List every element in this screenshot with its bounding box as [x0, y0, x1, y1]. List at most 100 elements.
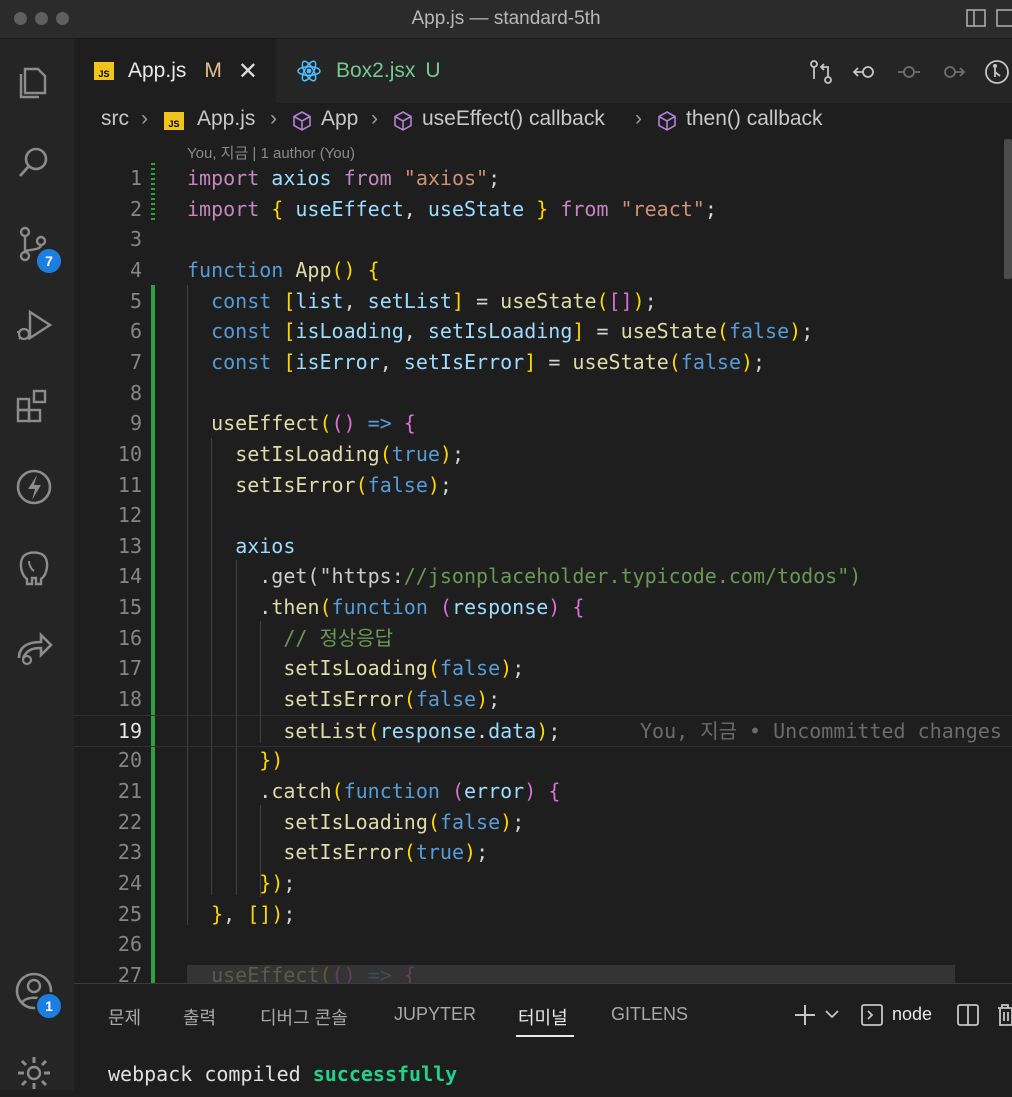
- code-line[interactable]: 6 const [isLoading, setIsLoading] = useS…: [74, 316, 1012, 346]
- line-number[interactable]: 2: [74, 194, 142, 224]
- next-revision-icon[interactable]: [940, 59, 966, 85]
- new-terminal-plus-icon[interactable]: [792, 1002, 818, 1028]
- split-terminal-icon[interactable]: [956, 1003, 980, 1027]
- line-number[interactable]: 9: [74, 408, 142, 438]
- code-text: useEffect(() => {: [211, 411, 416, 436]
- tab-box2-jsx[interactable]: Box2.jsx U: [276, 39, 486, 103]
- line-number[interactable]: 10: [74, 439, 142, 469]
- code-line[interactable]: 24 });: [74, 868, 1012, 898]
- line-number[interactable]: 12: [74, 500, 142, 530]
- breadcrumb-item-file[interactable]: App.js: [197, 107, 255, 131]
- line-number[interactable]: 13: [74, 531, 142, 561]
- code-line[interactable]: 12: [74, 500, 1012, 530]
- database-elephant-icon[interactable]: [10, 544, 58, 592]
- code-line[interactable]: 22 setIsLoading(false);: [74, 807, 1012, 837]
- toggle-panel-icon[interactable]: [996, 8, 1012, 28]
- tab-jupyter[interactable]: JUPYTER: [394, 1004, 476, 1025]
- code-line[interactable]: 21 .catch(function (error) {: [74, 776, 1012, 806]
- code-line[interactable]: 11 setIsError(false);: [74, 470, 1012, 500]
- code-editor[interactable]: 1 import axios from "axios"; 2 import { use…: [74, 163, 1012, 983]
- commit-icon[interactable]: [896, 59, 922, 85]
- editor-scrollbar[interactable]: [1004, 139, 1012, 279]
- line-number[interactable]: 14: [74, 561, 142, 591]
- code-line[interactable]: 25 }, []);: [74, 899, 1012, 929]
- code-line[interactable]: 18 setIsError(false);: [74, 684, 1012, 714]
- terminal-output: webpack compiled successfully: [108, 1062, 457, 1086]
- symbol-cube-icon: [658, 111, 676, 131]
- line-number[interactable]: 18: [74, 684, 142, 714]
- line-number[interactable]: 26: [74, 929, 142, 959]
- live-share-icon[interactable]: [10, 625, 58, 673]
- code-line[interactable]: 4 function App() {: [74, 255, 1012, 285]
- extensions-icon[interactable]: [10, 382, 58, 430]
- breadcrumb-item-app[interactable]: App: [321, 107, 358, 131]
- tab-app-js[interactable]: JS App.js M ✕: [74, 39, 276, 103]
- tab-problems[interactable]: 문제: [108, 1004, 141, 1030]
- toggle-sidebar-icon[interactable]: [966, 8, 986, 28]
- line-number[interactable]: 6: [74, 316, 142, 346]
- code-line[interactable]: 3: [74, 224, 1012, 254]
- open-changes-icon[interactable]: [808, 59, 834, 85]
- line-number[interactable]: 17: [74, 653, 142, 683]
- line-number[interactable]: 19: [74, 716, 142, 746]
- code-line[interactable]: 26: [74, 929, 1012, 959]
- line-number[interactable]: 5: [74, 286, 142, 316]
- breadcrumb-item-src[interactable]: src: [101, 107, 129, 131]
- code-text: import { useEffect, useState } from "rea…: [187, 196, 717, 221]
- explorer-icon[interactable]: [10, 58, 58, 106]
- line-number[interactable]: 21: [74, 776, 142, 806]
- line-number[interactable]: 1: [74, 163, 142, 193]
- code-text: // 정상응답: [283, 625, 394, 650]
- code-line[interactable]: 2 import { useEffect, useState } from "re…: [74, 194, 1012, 224]
- code-line[interactable]: 10 setIsLoading(true);: [74, 439, 1012, 469]
- line-number[interactable]: 25: [74, 899, 142, 929]
- breadcrumb-item-useeffect[interactable]: useEffect() callback: [422, 107, 605, 131]
- code-line[interactable]: 20 }): [74, 745, 1012, 775]
- code-line[interactable]: 15 .then(function (response) {: [74, 592, 1012, 622]
- tab-debug-console[interactable]: 디버그 콘솔: [260, 1004, 348, 1030]
- line-number[interactable]: 3: [74, 224, 142, 254]
- code-line[interactable]: 9 useEffect(() => {: [74, 408, 1012, 438]
- line-number[interactable]: 20: [74, 745, 142, 775]
- line-number[interactable]: 4: [74, 255, 142, 285]
- line-number[interactable]: 16: [74, 623, 142, 653]
- code-line[interactable]: 7 const [isError, setIsError] = useState…: [74, 347, 1012, 377]
- code-line[interactable]: 1 import axios from "axios";: [74, 163, 1012, 193]
- line-number[interactable]: 24: [74, 868, 142, 898]
- lightning-icon[interactable]: [10, 463, 58, 511]
- chevron-down-icon[interactable]: [824, 1008, 840, 1020]
- gitlens-icon[interactable]: [984, 59, 1010, 85]
- code-line[interactable]: 8: [74, 378, 1012, 408]
- code-line[interactable]: 23 setIsError(true);: [74, 837, 1012, 867]
- terminal-name[interactable]: node: [892, 1004, 932, 1025]
- breadcrumb: src › JS App.js › App › useEffect() call…: [74, 103, 1012, 139]
- editor-horizontal-scrollbar[interactable]: [187, 965, 955, 983]
- breadcrumb-item-then[interactable]: then() callback: [686, 107, 823, 131]
- close-tab-icon[interactable]: ✕: [238, 57, 258, 86]
- code-line[interactable]: 19 setList(response.data); You, 지금 • Unco…: [74, 714, 1012, 747]
- tab-gitlens[interactable]: GITLENS: [611, 1004, 688, 1025]
- line-number[interactable]: 23: [74, 837, 142, 867]
- line-number[interactable]: 27: [74, 960, 142, 983]
- line-number[interactable]: 8: [74, 378, 142, 408]
- code-line[interactable]: 13 axios: [74, 531, 1012, 561]
- code-line[interactable]: 14 .get("https://jsonplaceholder.typicod…: [74, 561, 1012, 591]
- title-bar: App.js — standard-5th: [0, 0, 1012, 39]
- line-number[interactable]: 7: [74, 347, 142, 377]
- code-line[interactable]: 5 const [list, setList] = useState([]);: [74, 286, 1012, 316]
- line-number[interactable]: 22: [74, 807, 142, 837]
- line-number[interactable]: 11: [74, 470, 142, 500]
- tab-untracked-status: U: [425, 59, 441, 82]
- search-icon[interactable]: [10, 139, 58, 187]
- tab-label: Box2.jsx: [336, 59, 416, 82]
- tab-terminal[interactable]: 터미널: [518, 1004, 568, 1030]
- trash-icon[interactable]: [996, 1003, 1012, 1027]
- codelens-blame-header[interactable]: You, 지금 | 1 author (You): [187, 142, 355, 163]
- tab-output[interactable]: 출력: [183, 1004, 216, 1030]
- code-line[interactable]: 16 // 정상응답: [74, 623, 1012, 653]
- run-debug-icon[interactable]: [10, 301, 58, 349]
- code-line[interactable]: 17 setIsLoading(false);: [74, 653, 1012, 683]
- previous-revision-icon[interactable]: [852, 59, 878, 85]
- line-number[interactable]: 15: [74, 592, 142, 622]
- chevron-right-icon: ›: [371, 107, 378, 130]
